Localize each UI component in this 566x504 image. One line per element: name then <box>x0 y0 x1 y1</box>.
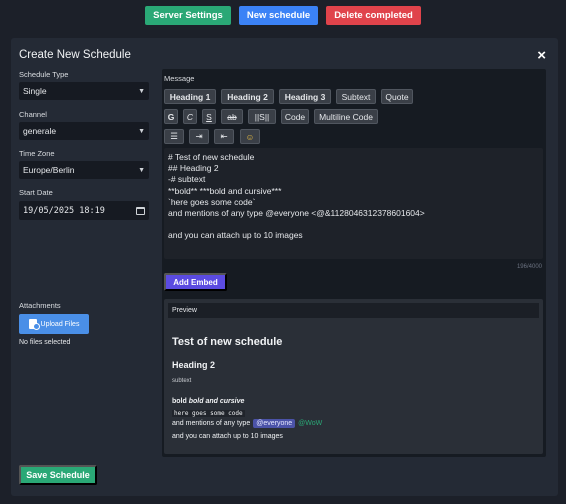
heading2-button[interactable]: Heading 2 <box>221 89 274 104</box>
quote-button[interactable]: Quote <box>381 89 413 104</box>
code-button[interactable]: Code <box>281 109 309 124</box>
preview-subtext: subtext <box>172 378 192 384</box>
calendar-icon[interactable] <box>136 206 145 215</box>
message-line: and you can attach up to 10 images <box>168 230 303 241</box>
message-label: Message <box>164 74 195 83</box>
preview-images-line: and you can attach up to 10 images <box>172 433 283 440</box>
timezone-label: Time Zone <box>19 149 55 158</box>
italic-button[interactable]: C <box>183 109 197 124</box>
preview-bold: bold <box>172 398 187 405</box>
underline-button[interactable]: S <box>202 109 216 124</box>
message-textarea[interactable]: # Test of new schedule ## Heading 2 -# s… <box>164 148 543 259</box>
preview-mentions-line: and mentions of any type @everyone @WoW <box>172 419 322 428</box>
message-line: `here goes some code` <box>168 196 256 207</box>
server-settings-button[interactable]: Server Settings <box>145 6 231 25</box>
upload-files-button[interactable]: Upload Files <box>19 314 89 334</box>
schedule-type-value: Single <box>23 86 47 96</box>
message-line: # Test of new schedule <box>168 152 255 162</box>
schedule-type-select[interactable]: Single ▼ <box>19 82 149 100</box>
preview-bold-italic: bold and cursive <box>188 398 245 405</box>
indent-icon[interactable]: ⇥ <box>189 129 209 144</box>
timezone-select[interactable]: Europe/Berlin ▼ <box>19 161 149 179</box>
timezone-value: Europe/Berlin <box>23 165 75 175</box>
emoji-icon[interactable]: ☺ <box>240 129 260 144</box>
message-line <box>168 219 539 230</box>
delete-completed-button[interactable]: Delete completed <box>326 6 421 25</box>
create-schedule-modal: Create New Schedule × Schedule Type Sing… <box>11 38 558 496</box>
save-schedule-button[interactable]: Save Schedule <box>19 465 97 485</box>
message-line: **bold** ***bold and cursive*** <box>168 185 282 196</box>
preview-label: Preview <box>168 303 539 318</box>
modal-title: Create New Schedule <box>19 49 131 61</box>
message-line: -# subtext <box>168 174 206 185</box>
preview-heading2: Heading 2 <box>172 360 216 370</box>
spoiler-button[interactable]: ||S|| <box>248 109 276 124</box>
close-icon[interactable]: × <box>537 47 546 64</box>
chevron-down-icon: ▼ <box>138 166 145 174</box>
upload-files-label: Upload Files <box>40 320 80 328</box>
channel-value: generale <box>23 126 57 136</box>
preview-code: here goes some code <box>172 410 245 417</box>
chevron-down-icon: ▼ <box>138 127 145 135</box>
schedule-type-label: Schedule Type <box>19 70 69 79</box>
start-date-label: Start Date <box>19 188 53 197</box>
message-panel: Message Heading 1 Heading 2 Heading 3 Su… <box>162 69 546 457</box>
subtext-button[interactable]: Subtext <box>336 89 376 104</box>
bold-button[interactable]: G <box>164 109 178 124</box>
top-action-bar: Server Settings New schedule Delete comp… <box>0 6 566 25</box>
preview-heading1: Test of new schedule <box>172 336 283 348</box>
channel-select[interactable]: generale ▼ <box>19 122 149 140</box>
channel-label: Channel <box>19 110 47 119</box>
list-icon[interactable]: ☰ <box>164 129 184 144</box>
message-line: and mentions of any type @everyone <@&11… <box>168 207 425 218</box>
role-mention: @WoW <box>298 420 323 427</box>
new-schedule-button[interactable]: New schedule <box>238 6 319 25</box>
start-date-input[interactable]: 19/05/2025 18:19 <box>19 201 149 220</box>
message-line: ## Heading 2 <box>168 163 219 174</box>
start-date-value: 19/05/2025 18:19 <box>23 205 105 216</box>
file-upload-icon <box>28 319 40 330</box>
character-counter: 196/4000 <box>516 264 542 270</box>
outdent-icon[interactable]: ⇤ <box>214 129 234 144</box>
preview-mention-prefix: and mentions of any type <box>172 420 251 427</box>
chevron-down-icon: ▼ <box>138 87 145 95</box>
everyone-mention: @everyone <box>253 419 296 428</box>
multiline-code-button[interactable]: Multiline Code <box>314 109 378 124</box>
strikethrough-button[interactable]: ab <box>221 109 243 124</box>
heading3-button[interactable]: Heading 3 <box>279 89 331 104</box>
add-embed-button[interactable]: Add Embed <box>164 273 227 291</box>
heading1-button[interactable]: Heading 1 <box>164 89 216 104</box>
no-files-text: No files selected <box>19 339 71 346</box>
preview-panel: Preview Test of new schedule Heading 2 s… <box>164 299 543 454</box>
preview-bold-line: bold bold and cursive <box>172 398 244 405</box>
attachments-label: Attachments <box>19 301 61 310</box>
